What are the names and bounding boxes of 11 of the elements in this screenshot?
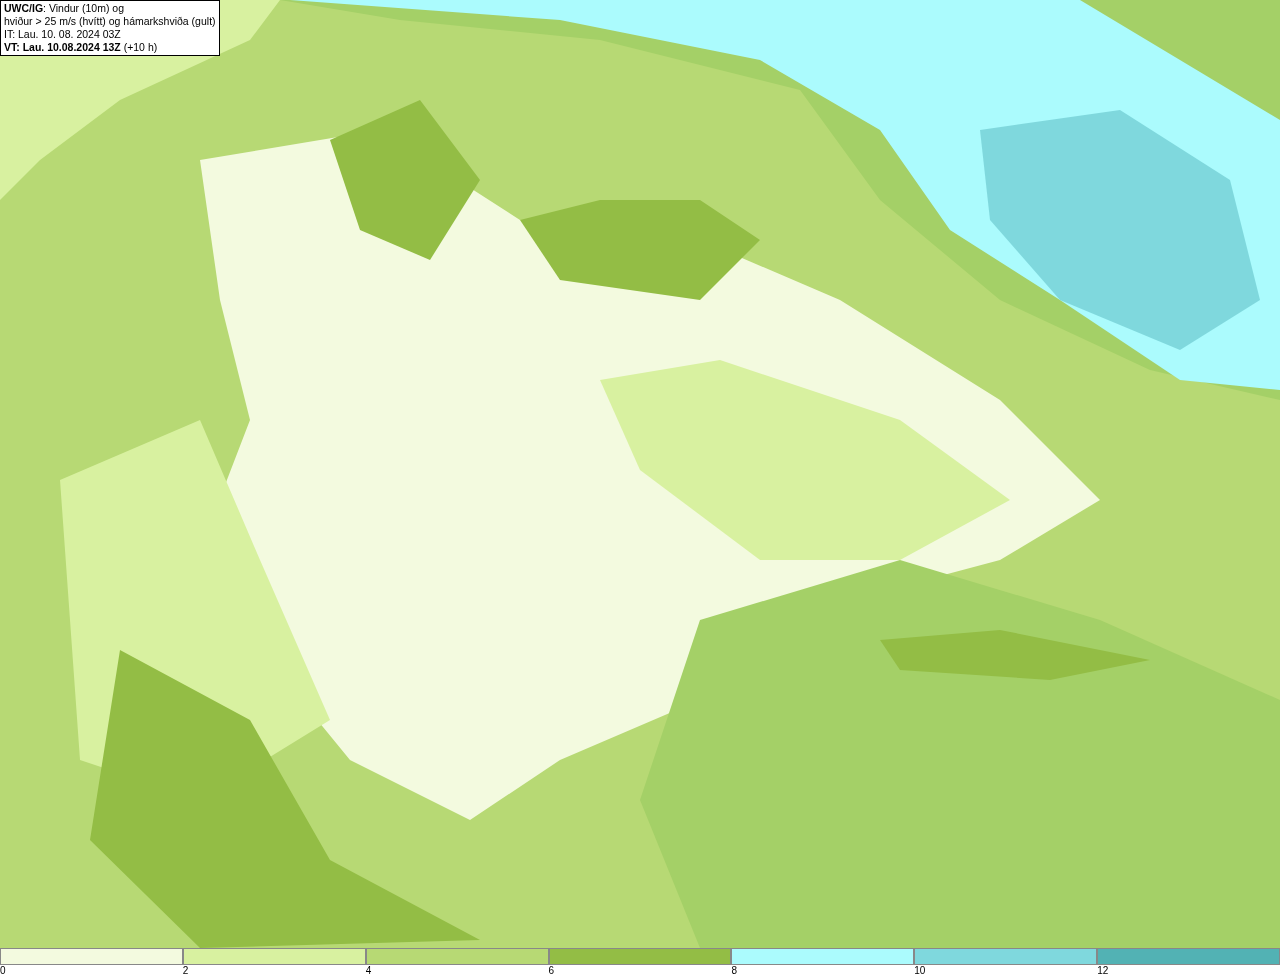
legend-text: IT: Lau. 10. 08. 2024 03Z bbox=[4, 28, 122, 41]
legend-text: UWC/IG: Vindur (10m) og bbox=[4, 2, 125, 15]
scale-label: 6 bbox=[548, 965, 555, 977]
scale-label: 0 bbox=[0, 965, 6, 977]
scale-label: 12 bbox=[1097, 965, 1109, 977]
scale-label: 8 bbox=[731, 965, 737, 977]
scale-label: 2 bbox=[182, 965, 189, 977]
scale-label: 4 bbox=[365, 965, 372, 977]
legend-text: VT: Lau. 10.08.2024 13Z (+10 h) bbox=[4, 41, 159, 54]
legend-text: hviður > 25 m/s (hvítt) og hámarkshviða (gult) bbox=[4, 15, 216, 28]
scale-label: 10 bbox=[914, 965, 926, 977]
